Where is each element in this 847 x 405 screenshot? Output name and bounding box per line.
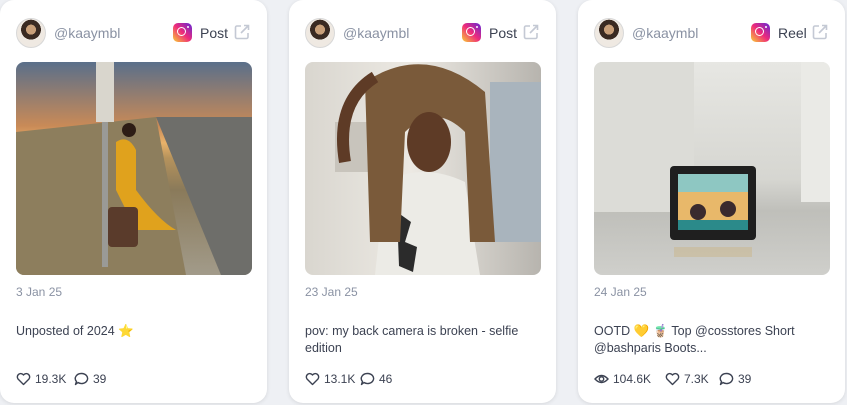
heart-icon [16, 372, 31, 386]
post-stats: 13.1K 46 [305, 371, 540, 387]
instagram-icon [462, 23, 481, 42]
post-stats: 19.3K 39 [16, 371, 251, 387]
post-type-label: Post [489, 25, 518, 41]
likes-count: 19.3K [35, 372, 67, 386]
external-link-icon[interactable] [811, 23, 829, 41]
post-caption: Unposted of 2024 ⭐ [16, 324, 134, 338]
post-card[interactable]: @kaaymbl Post 23 Jan 25 pov: my back cam… [289, 0, 556, 403]
post-card[interactable]: @kaaymbl Reel 24 Jan 25 OOTD 💛 🧋 Top @co… [578, 0, 845, 403]
username[interactable]: @kaaymbl [343, 25, 409, 41]
post-video-thumbnail[interactable] [594, 62, 830, 275]
post-card[interactable]: @kaaymbl Post 3 Jan 25 Unposted of 2024 … [0, 0, 267, 403]
comment-icon [360, 372, 375, 386]
comments-count: 39 [738, 372, 752, 386]
avatar[interactable] [16, 18, 46, 48]
post-caption: OOTD 💛 🧋 Top @cosstores Short @bashparis… [594, 324, 795, 355]
instagram-icon [173, 23, 192, 42]
external-link-icon[interactable] [522, 23, 540, 41]
heart-icon [305, 372, 320, 386]
post-date: 23 Jan 25 [305, 285, 358, 299]
comments-count: 46 [379, 372, 393, 386]
post-caption: pov: my back camera is broken - selfie e… [305, 324, 519, 355]
card-header: @kaaymbl Post [305, 18, 540, 48]
eye-icon [594, 374, 609, 384]
post-image[interactable] [16, 62, 252, 275]
likes-count: 13.1K [324, 372, 356, 386]
username[interactable]: @kaaymbl [54, 25, 120, 41]
external-link-icon[interactable] [233, 23, 251, 41]
post-type-label: Reel [778, 25, 807, 41]
avatar[interactable] [305, 18, 335, 48]
comments-count: 39 [93, 372, 107, 386]
post-image[interactable] [305, 62, 541, 275]
post-date: 3 Jan 25 [16, 285, 63, 299]
views-count: 104.6K [613, 372, 652, 386]
post-stats: 104.6K 7.3K 39 [594, 371, 829, 387]
card-header: @kaaymbl Post [16, 18, 251, 48]
comment-icon [719, 372, 734, 386]
post-date: 24 Jan 25 [594, 285, 647, 299]
instagram-icon [751, 23, 770, 42]
likes-count: 7.3K [684, 372, 709, 386]
post-type-label: Post [200, 25, 229, 41]
comment-icon [74, 372, 89, 386]
avatar[interactable] [594, 18, 624, 48]
username[interactable]: @kaaymbl [632, 25, 698, 41]
card-header: @kaaymbl Reel [594, 18, 829, 48]
heart-icon [665, 372, 680, 386]
